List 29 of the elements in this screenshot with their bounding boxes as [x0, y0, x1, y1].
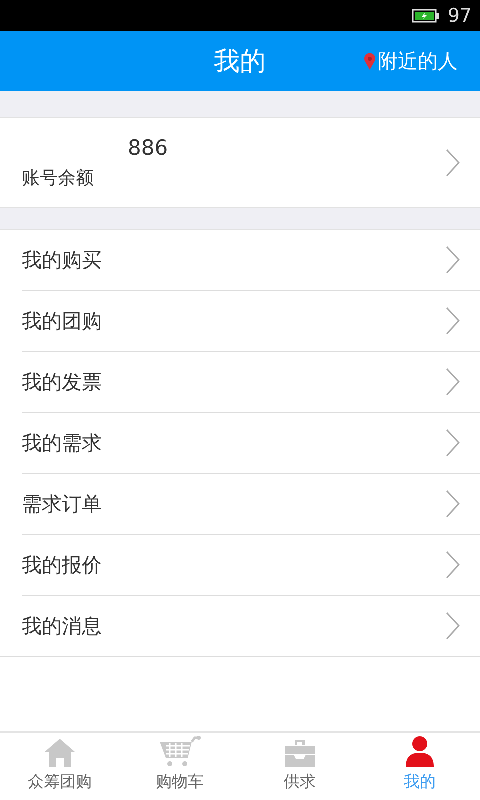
menu-item[interactable]: 需求订单 [22, 474, 480, 535]
balance-label: 账号余额 [22, 166, 95, 190]
menu-item[interactable]: 我的购买 [22, 230, 480, 291]
chevron-icon [446, 551, 460, 579]
tab[interactable]: 购物车 [120, 733, 240, 800]
location-pin-icon [364, 52, 376, 70]
tab[interactable]: 供求 [240, 733, 360, 800]
balance-row[interactable]: 886 账号余额 [0, 118, 480, 207]
house-icon [44, 738, 76, 768]
briefcase-icon [284, 738, 316, 768]
chevron-icon [446, 429, 460, 457]
cart-icon [158, 736, 202, 768]
chevron-icon [446, 490, 460, 518]
menu-item[interactable]: 我的发票 [22, 352, 480, 413]
menu-item[interactable]: 我的团购 [22, 291, 480, 352]
menu-item[interactable]: 我的需求 [22, 413, 480, 474]
chevron-icon [446, 368, 460, 396]
chevron-icon [446, 307, 460, 335]
page-title: 我的 [214, 46, 266, 78]
chevron-icon [446, 612, 460, 640]
chevron-icon [446, 246, 460, 274]
menu-item[interactable]: 我的消息 [0, 596, 480, 657]
menu-item[interactable]: 我的报价 [22, 535, 480, 596]
battery-icon [412, 8, 440, 22]
person-icon [405, 736, 435, 768]
balance-amount: 886 [128, 136, 168, 160]
tab[interactable]: 众筹团购 [0, 733, 120, 800]
battery-level: 97 [448, 4, 472, 26]
chevron-icon [446, 148, 460, 176]
